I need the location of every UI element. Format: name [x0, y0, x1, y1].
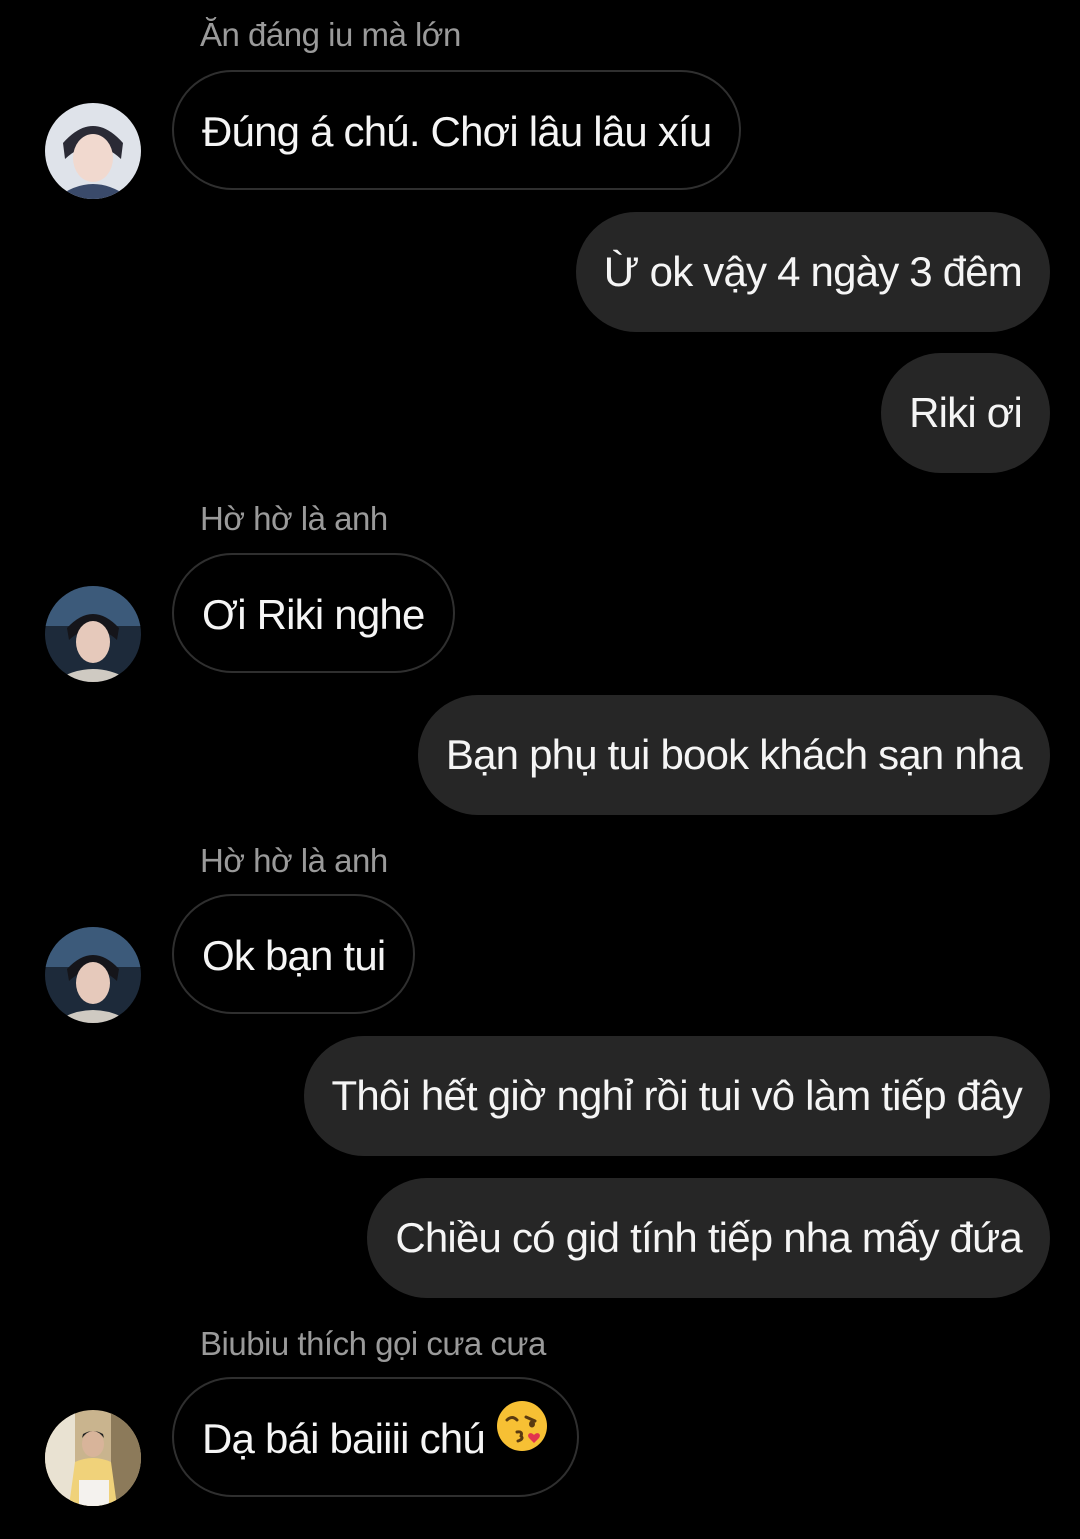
avatar[interactable]: [45, 1410, 141, 1506]
sender-name: Hờ hờ là anh: [200, 842, 388, 879]
incoming-message-bubble[interactable]: Đúng á chú. Chơi lâu lâu xíu: [172, 70, 742, 190]
outgoing-message-bubble[interactable]: Ừ ok vậy 4 ngày 3 đêm: [575, 212, 1050, 332]
avatar[interactable]: [45, 586, 141, 682]
outgoing-message-bubble[interactable]: Riki ơi: [881, 353, 1050, 473]
incoming-message-bubble[interactable]: Ok bạn tui: [172, 894, 416, 1014]
sender-name: Hờ hờ là anh: [200, 500, 388, 537]
avatar-photo-icon: [45, 927, 141, 1023]
avatar-photo-icon: [45, 1410, 141, 1506]
avatar-photo-icon: [45, 103, 141, 199]
incoming-message-bubble[interactable]: Ơi Riki nghe: [172, 553, 455, 673]
incoming-message-bubble[interactable]: Dạ bái baiiii chú: [172, 1377, 579, 1497]
outgoing-message-bubble[interactable]: Chiều có gid tính tiếp nha mấy đứa: [367, 1178, 1050, 1298]
message-text: Dạ bái baiiii chú: [202, 1415, 486, 1462]
outgoing-message-bubble[interactable]: Bạn phụ tui book khách sạn nha: [417, 695, 1050, 815]
outgoing-message-bubble[interactable]: Thôi hết giờ nghỉ rồi tui vô làm tiếp đâ…: [303, 1036, 1050, 1156]
kissing-face-emoji-icon: [495, 1379, 549, 1499]
sender-name: Ăn đáng iu mà lớn: [200, 16, 461, 53]
avatar[interactable]: [45, 103, 141, 199]
avatar-photo-icon: [45, 586, 141, 682]
sender-name: Biubiu thích gọi cưa cưa: [200, 1325, 546, 1362]
avatar[interactable]: [45, 927, 141, 1023]
